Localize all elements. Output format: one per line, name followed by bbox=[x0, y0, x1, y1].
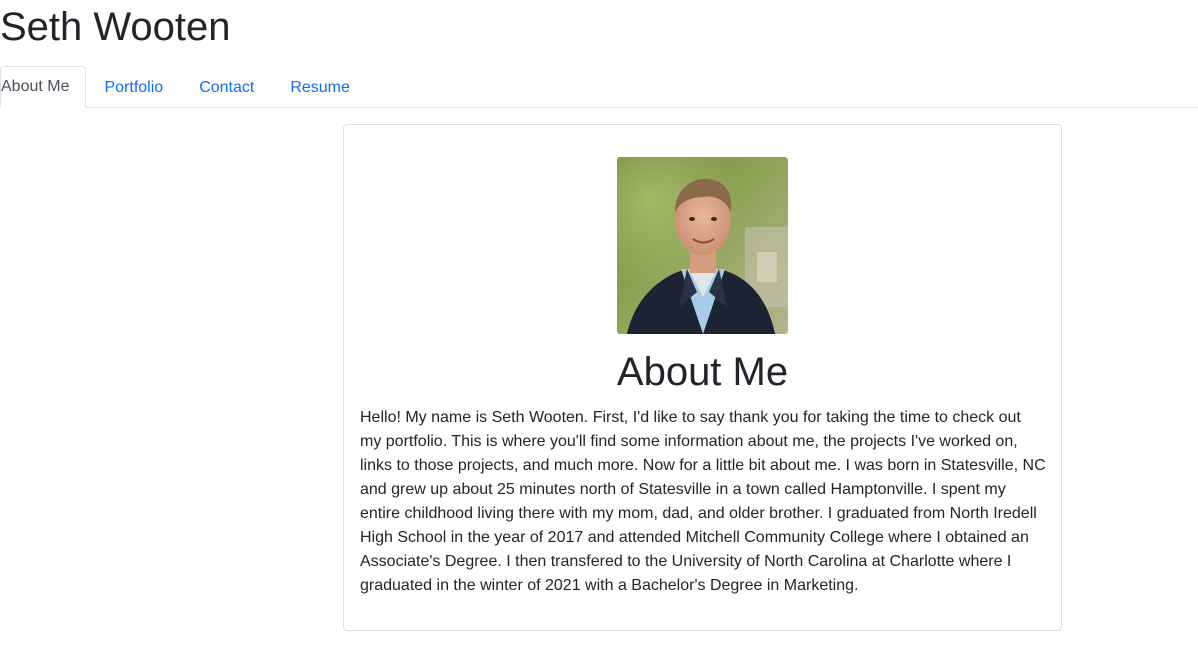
tab-contact[interactable]: Contact bbox=[181, 68, 272, 108]
tab-portfolio[interactable]: Portfolio bbox=[86, 68, 181, 108]
about-heading: About Me bbox=[616, 350, 789, 394]
about-card: About Me Hello! My name is Seth Wooten. … bbox=[343, 124, 1062, 631]
bio-text: Hello! My name is Seth Wooten. First, I'… bbox=[360, 409, 1046, 594]
site-title: Seth Wooten bbox=[0, 5, 231, 49]
tab-about-me[interactable]: About Me bbox=[0, 66, 87, 108]
profile-photo bbox=[617, 157, 788, 334]
tab-resume[interactable]: Resume bbox=[272, 68, 368, 108]
nav-tabs: About Me Portfolio Contact Resume bbox=[0, 66, 1198, 108]
